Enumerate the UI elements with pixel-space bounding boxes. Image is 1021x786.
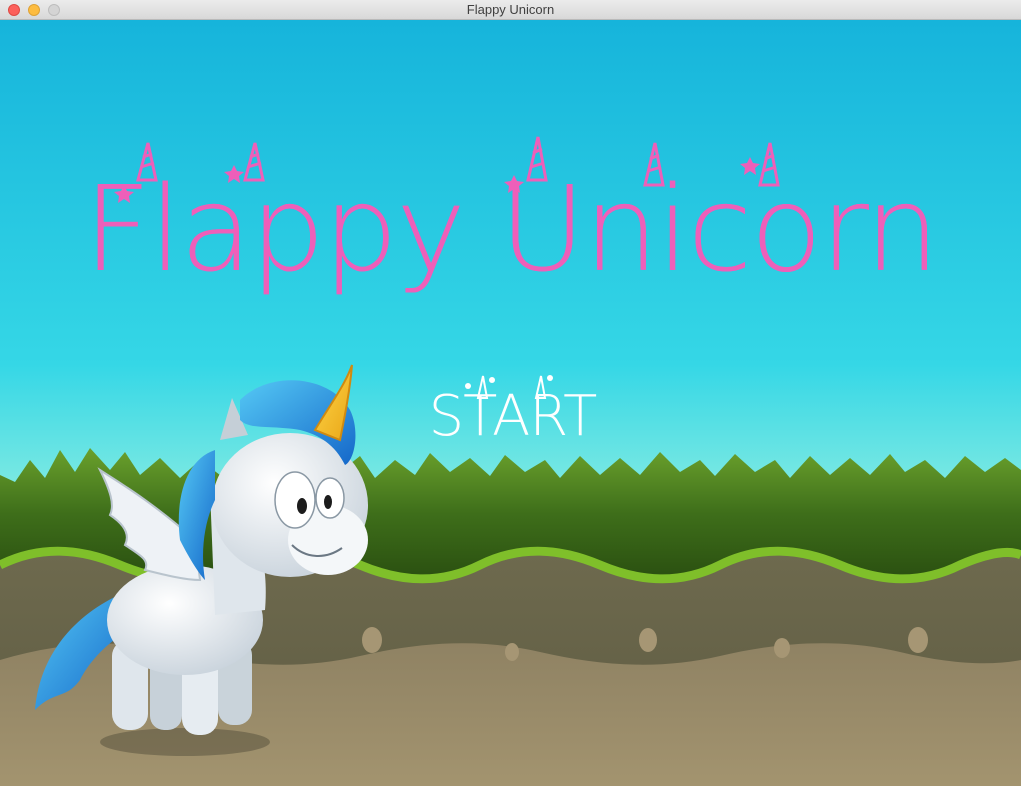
app-window: Flappy Unicorn Flappy Unicorn START — [0, 0, 1021, 786]
title-decorations — [114, 136, 780, 203]
title-bar: Flappy Unicorn — [0, 0, 1021, 20]
window-title: Flappy Unicorn — [466, 2, 555, 17]
start-decorations — [465, 375, 553, 399]
game-canvas[interactable]: Flappy Unicorn START — [0, 20, 1021, 786]
